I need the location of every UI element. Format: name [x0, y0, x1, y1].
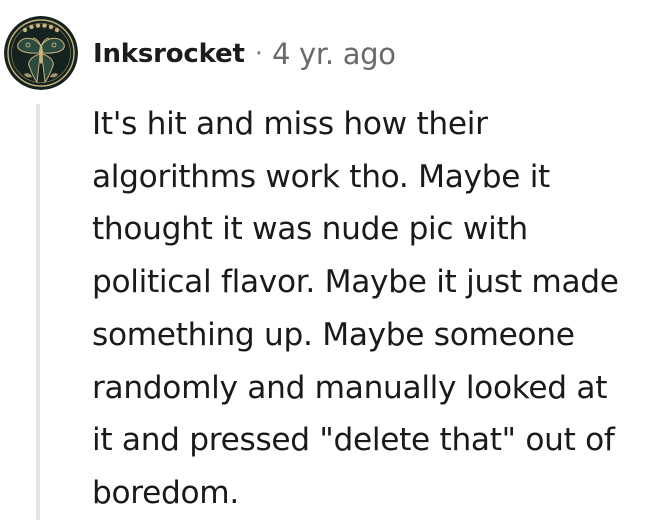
comment-header: Inksrocket · 4 yr. ago	[93, 32, 396, 76]
avatar[interactable]	[4, 16, 78, 90]
meta-separator: ·	[254, 39, 263, 69]
comment-body-line: thought it was nude pic with	[92, 211, 528, 248]
comment-body-line: algorithms work tho. Maybe it	[92, 158, 550, 195]
comment-body-line: something up. Maybe someone	[92, 316, 575, 353]
comment-body-line: randomly and manually looked at	[92, 369, 608, 406]
luna-moth-icon	[4, 16, 78, 90]
comment-body-line: boredom.	[92, 474, 239, 511]
comment-body: It's hit and miss how their algorithms w…	[92, 98, 660, 520]
comment-timestamp[interactable]: 4 yr. ago	[272, 37, 396, 71]
thread-collapse-line[interactable]	[36, 104, 40, 520]
comment: Inksrocket · 4 yr. ago It's hit and miss…	[0, 0, 665, 520]
comment-body-line: It's hit and miss how their	[92, 106, 488, 142]
comment-body-line: political flavor. Maybe it just made	[92, 264, 619, 301]
comment-body-line: it and pressed "delete that" out of	[92, 422, 615, 459]
username-link[interactable]: Inksrocket	[93, 39, 245, 69]
